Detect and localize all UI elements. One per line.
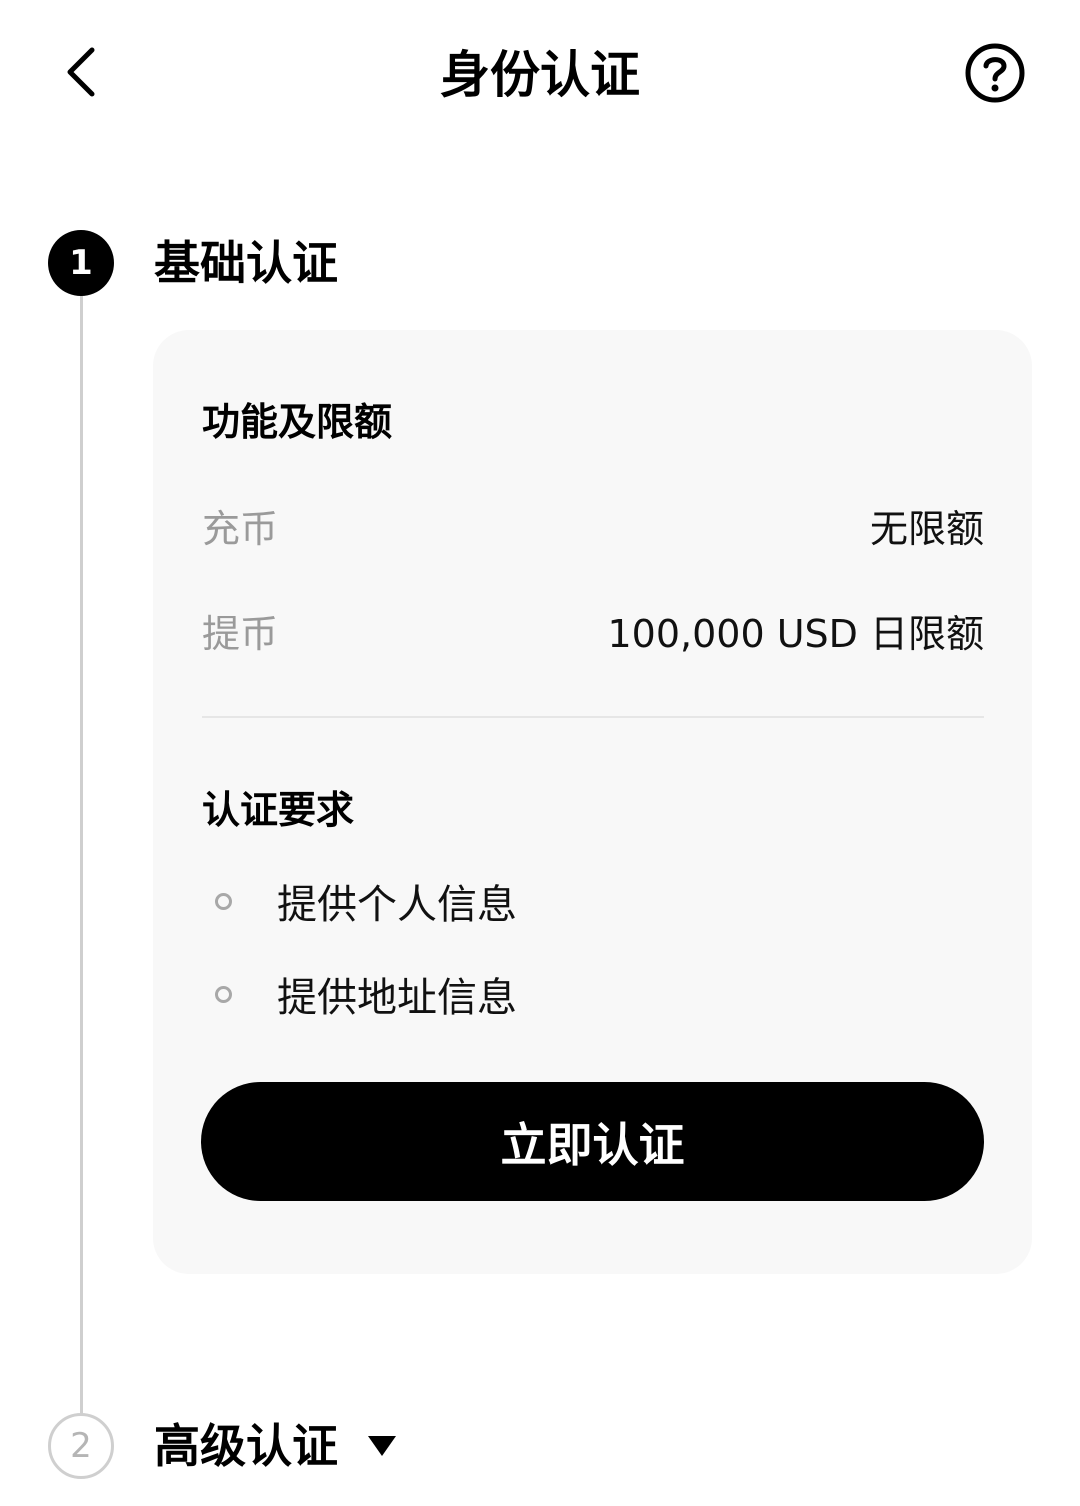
step-2-title: 高级认证 <box>154 1419 338 1473</box>
deposit-label: 充币 <box>202 506 279 551</box>
step-2-indicator: 2 <box>48 1413 114 1479</box>
page-title: 身份认证 <box>440 46 640 104</box>
divider <box>202 716 984 718</box>
deposit-limit-value: 无限额 <box>869 506 984 551</box>
withdraw-label: 提币 <box>202 611 279 656</box>
requirement-item: 提供个人信息 <box>215 873 517 929</box>
limits-section-title: 功能及限额 <box>202 400 393 444</box>
bullet-circle-icon <box>215 892 232 910</box>
question-circle-icon <box>965 43 1025 103</box>
step-1-indicator: 1 <box>48 230 114 296</box>
step-timeline-line <box>80 295 83 1415</box>
deposit-limit-row: 充币 无限额 <box>202 497 984 553</box>
help-button[interactable] <box>964 42 1026 104</box>
step-1-title: 基础认证 <box>154 236 338 290</box>
requirement-text: 提供地址信息 <box>277 975 517 1021</box>
withdraw-limit-row: 提币 100,000 USD 日限额 <box>202 602 984 658</box>
requirements-section-title: 认证要求 <box>202 788 355 832</box>
caret-down-icon <box>368 1436 396 1456</box>
requirement-text: 提供个人信息 <box>277 882 517 928</box>
withdraw-limit-value: 100,000 USD 日限额 <box>607 611 985 656</box>
top-bar: 身份认证 <box>0 0 1080 150</box>
bullet-circle-icon <box>215 985 232 1003</box>
advanced-verification-toggle[interactable]: 高级认证 <box>154 1413 396 1479</box>
requirement-item: 提供地址信息 <box>215 966 517 1022</box>
verify-now-button[interactable]: 立即认证 <box>201 1082 984 1201</box>
basic-verification-card: 功能及限额 充币 无限额 提币 100,000 USD 日限额 认证要求 提供个… <box>153 330 1032 1274</box>
